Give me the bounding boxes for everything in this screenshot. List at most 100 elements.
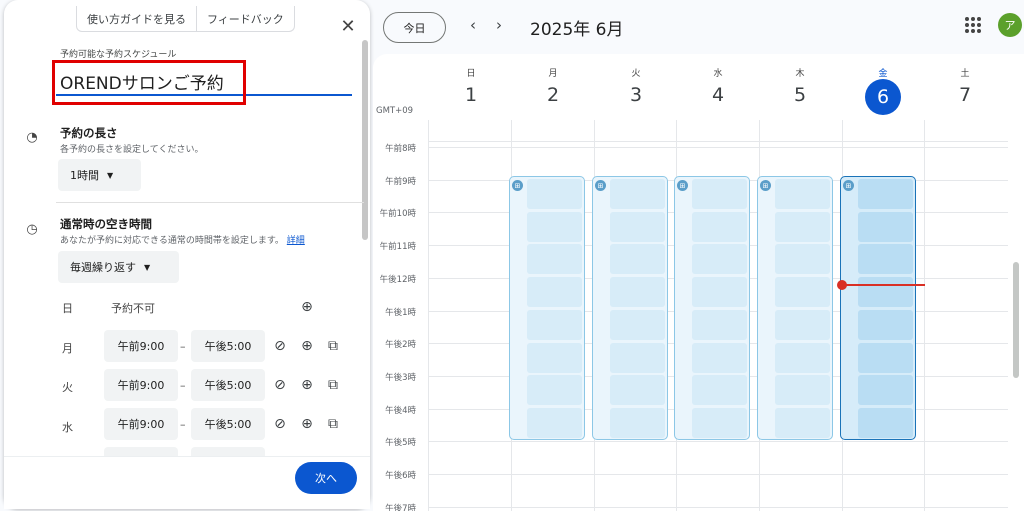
booking-slot[interactable] [610, 244, 665, 275]
booking-slot[interactable] [775, 277, 830, 308]
date-number[interactable]: 2 [535, 84, 571, 106]
range-dash: – [180, 379, 186, 392]
all-day-divider [428, 141, 1008, 142]
copy-icon[interactable]: ⧉ [325, 416, 341, 432]
apps-grid-icon[interactable] [965, 17, 981, 33]
booking-slot[interactable] [610, 309, 665, 340]
add-circle-icon[interactable]: ⊕ [299, 299, 315, 315]
end-time-monday[interactable]: 午後5:00 [191, 330, 265, 362]
hour-label: 午後1時 [385, 307, 416, 318]
date-number[interactable]: 1 [453, 84, 489, 106]
booking-slot[interactable] [775, 309, 830, 340]
booking-slot[interactable] [527, 309, 582, 340]
add-circle-icon[interactable]: ⊕ [299, 338, 315, 354]
hour-label: 午前8時 [385, 144, 416, 154]
booking-slot[interactable] [858, 211, 913, 242]
hour-label: 午後2時 [385, 340, 416, 351]
day-of-week-label: 日 [466, 69, 476, 79]
copy-icon[interactable]: ⧉ [325, 377, 341, 393]
availability-block[interactable]: ⊞ [592, 176, 668, 440]
block-icon[interactable]: ⊘ [272, 377, 288, 393]
booking-slot[interactable] [692, 244, 747, 275]
end-time-wednesday[interactable]: 午後5:00 [191, 408, 265, 440]
booking-slot[interactable] [858, 407, 913, 438]
booking-slot[interactable] [527, 375, 582, 406]
current-time-dot [837, 280, 847, 290]
booking-slot[interactable] [858, 244, 913, 275]
duration-title: 予約の長さ [60, 126, 118, 140]
start-time-tuesday[interactable]: 午前9:00 [104, 369, 178, 401]
availability-block[interactable]: ⊞ [840, 176, 916, 440]
feedback-link[interactable]: フィードバック [196, 6, 294, 31]
booking-slot[interactable] [527, 407, 582, 438]
booking-slot[interactable] [527, 244, 582, 275]
day-column-divider [924, 120, 925, 511]
add-circle-icon[interactable]: ⊕ [299, 416, 315, 432]
booking-slot[interactable] [692, 309, 747, 340]
booking-slot[interactable] [692, 342, 747, 373]
chevron-right-icon[interactable]: › [496, 16, 502, 34]
guide-link[interactable]: 使い方ガイドを見る [77, 6, 196, 31]
availability-block[interactable]: ⊞ [757, 176, 833, 440]
booking-slot[interactable] [610, 342, 665, 373]
avatar[interactable]: ア [998, 13, 1022, 37]
booking-slot[interactable] [692, 407, 747, 438]
booking-slot[interactable] [527, 342, 582, 373]
booking-slot[interactable] [610, 179, 665, 209]
hour-label: 午後4時 [385, 405, 416, 416]
booking-slot[interactable] [610, 407, 665, 438]
date-number[interactable]: 6 [865, 79, 901, 115]
end-time-tuesday[interactable]: 午後5:00 [191, 369, 265, 401]
today-button[interactable]: 今日 [383, 12, 446, 43]
booking-slot[interactable] [858, 309, 913, 340]
date-number[interactable]: 5 [782, 84, 818, 106]
close-icon[interactable]: ✕ [338, 16, 358, 37]
booking-slot[interactable] [527, 211, 582, 242]
details-link[interactable]: 詳細 [287, 236, 305, 246]
booking-slot[interactable] [775, 375, 830, 406]
booking-slot[interactable] [858, 342, 913, 373]
availability-block[interactable]: ⊞ [509, 176, 585, 440]
date-number[interactable]: 3 [618, 84, 654, 106]
chevron-left-icon[interactable]: ‹ [470, 16, 476, 34]
block-icon[interactable]: ⊘ [272, 338, 288, 354]
add-circle-icon[interactable]: ⊕ [299, 377, 315, 393]
duration-select[interactable]: 1時間 ▼ [58, 159, 141, 191]
copy-icon[interactable]: ⧉ [325, 338, 341, 354]
booking-slot[interactable] [692, 277, 747, 308]
hour-line [428, 147, 1008, 148]
start-time-wednesday[interactable]: 午前9:00 [104, 408, 178, 440]
availability-title: 通常時の空き時間 [60, 217, 152, 231]
booking-slot[interactable] [610, 211, 665, 242]
booking-slot[interactable] [610, 277, 665, 308]
block-icon[interactable]: ⊘ [272, 416, 288, 432]
repeat-select[interactable]: 毎週繰り返す ▼ [58, 251, 179, 283]
booking-slot[interactable] [858, 277, 913, 308]
booking-slot[interactable] [775, 244, 830, 275]
booking-slot[interactable] [692, 211, 747, 242]
booking-slot[interactable] [858, 375, 913, 406]
booking-slot[interactable] [858, 179, 913, 209]
booking-slot[interactable] [527, 179, 582, 209]
hour-label: 午後6時 [385, 471, 416, 481]
booking-slot[interactable] [775, 179, 830, 209]
booking-slot[interactable] [610, 375, 665, 406]
booking-slot[interactable] [692, 375, 747, 406]
panel-scrollbar[interactable] [362, 40, 368, 240]
start-time-monday[interactable]: 午前9:00 [104, 330, 178, 362]
date-number[interactable]: 7 [947, 84, 983, 106]
availability-block[interactable]: ⊞ [674, 176, 750, 440]
booking-slot[interactable] [775, 407, 830, 438]
month-title: 2025年 6月 [530, 20, 624, 40]
calendar-scrollbar[interactable] [1013, 262, 1019, 378]
calendar-grid-icon: ⊞ [512, 180, 523, 191]
booking-slot[interactable] [775, 342, 830, 373]
date-number[interactable]: 4 [700, 84, 736, 106]
day-of-week-label: 火 [631, 69, 641, 79]
hour-label: 午後7時 [385, 503, 416, 511]
booking-slot[interactable] [692, 179, 747, 209]
day-of-week-label: 水 [713, 69, 723, 79]
next-button[interactable]: 次へ [295, 462, 357, 494]
booking-slot[interactable] [775, 211, 830, 242]
booking-slot[interactable] [527, 277, 582, 308]
